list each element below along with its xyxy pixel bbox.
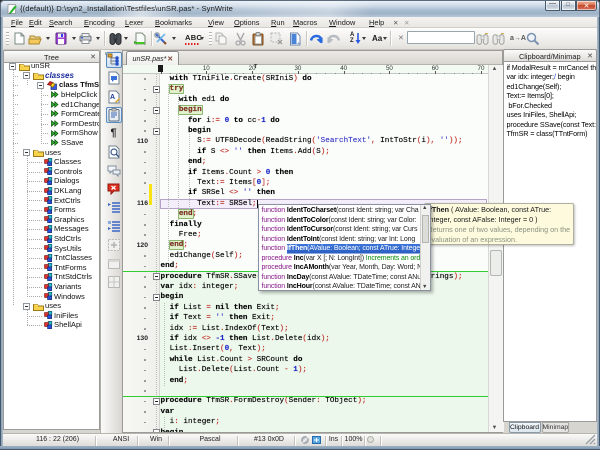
svg-text:A: A: [110, 94, 115, 101]
